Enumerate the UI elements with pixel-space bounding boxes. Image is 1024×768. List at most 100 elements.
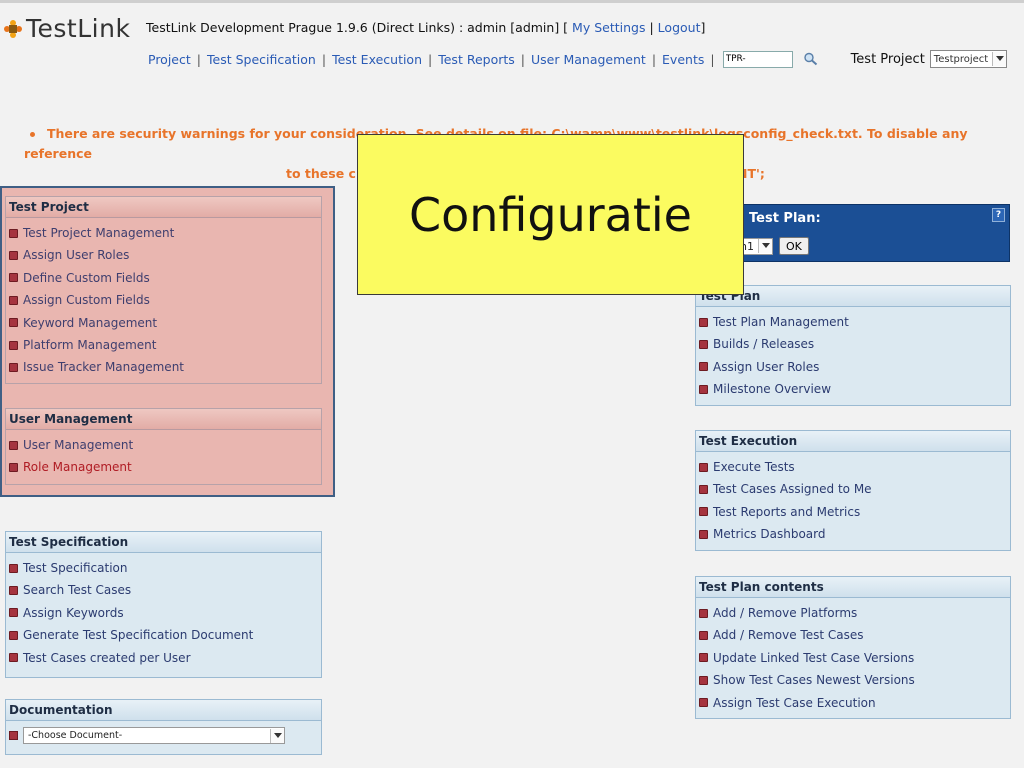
nav-user-management[interactable]: User Management (531, 52, 646, 67)
menu-link[interactable]: Update Linked Test Case Versions (713, 647, 914, 669)
menu-link[interactable]: Execute Tests (713, 456, 795, 478)
documentation-panel: Documentation -Choose Document- (5, 699, 322, 755)
bullet-icon (699, 608, 708, 618)
menu-link[interactable]: Search Test Cases (23, 579, 131, 601)
menu-link[interactable]: Test Plan Management (713, 311, 849, 333)
nav-test-reports[interactable]: Test Reports (438, 52, 515, 67)
menu-link[interactable]: Define Custom Fields (23, 267, 150, 289)
menu-link[interactable]: Generate Test Specification Document (23, 624, 253, 646)
menu-link[interactable]: Platform Management (23, 334, 156, 356)
menu-link[interactable]: Test Reports and Metrics (713, 501, 860, 523)
menu-link[interactable]: Issue Tracker Management (23, 356, 184, 378)
menu-link[interactable]: Add / Remove Test Cases (713, 624, 863, 646)
nav-separator: | (710, 51, 715, 67)
nav-events[interactable]: Events (662, 52, 704, 67)
search-icon[interactable] (803, 52, 819, 66)
list-item[interactable]: Generate Test Specification Document (9, 624, 321, 646)
test-project-panel: Test Project Test Project Management Ass… (5, 196, 322, 384)
menu-link[interactable]: User Management (23, 434, 133, 456)
nav-separator: | (196, 51, 201, 67)
menu-link[interactable]: Milestone Overview (713, 378, 831, 400)
test-plan-contents-panel: Test Plan contents Add / Remove Platform… (695, 576, 1011, 719)
list-item[interactable]: Search Test Cases (9, 579, 321, 601)
bullet-icon (699, 362, 708, 372)
list-item[interactable]: Update Linked Test Case Versions (699, 647, 1010, 669)
list-item[interactable]: Milestone Overview (699, 378, 1010, 400)
list-item[interactable]: Test Reports and Metrics (699, 501, 1010, 523)
bullet-icon (9, 563, 18, 573)
document-select[interactable]: -Choose Document- (23, 727, 285, 744)
list-item[interactable]: Issue Tracker Management (9, 356, 321, 378)
list-item[interactable]: Define Custom Fields (9, 267, 321, 289)
testlink-logo[interactable]: TestLink (4, 14, 130, 43)
bullet-icon (9, 731, 18, 740)
list-item[interactable]: Test Specification (9, 557, 321, 579)
menu-link[interactable]: Metrics Dashboard (713, 523, 825, 545)
list-item[interactable]: Platform Management (9, 334, 321, 356)
nav-separator: | (651, 51, 657, 67)
list-item[interactable]: Test Cases Assigned to Me (699, 478, 1010, 500)
menu-link[interactable]: Assign Keywords (23, 602, 124, 624)
nav-test-execution[interactable]: Test Execution (332, 52, 422, 67)
test-project-label: Test Project (850, 51, 925, 67)
list-item[interactable]: Test Cases created per User (9, 647, 321, 669)
bullet-icon (9, 295, 18, 305)
list-item[interactable]: Test Project Management (9, 222, 321, 244)
bullet-icon (699, 675, 708, 685)
list-item[interactable]: Assign Keywords (9, 602, 321, 624)
testlink-logo-icon (4, 19, 22, 38)
menu-link[interactable]: Test Cases created per User (23, 647, 191, 669)
document-select-value: -Choose Document- (28, 730, 123, 741)
menu-link[interactable]: Test Specification (23, 557, 128, 579)
list-item[interactable]: Keyword Management (9, 312, 321, 334)
menu-link[interactable]: Assign Custom Fields (23, 289, 150, 311)
bullet-icon (9, 653, 18, 663)
test-plan-panel: Test Plan Test Plan Management Builds / … (695, 285, 1011, 406)
chevron-down-icon (270, 728, 284, 743)
menu-link[interactable]: Add / Remove Platforms (713, 602, 857, 624)
help-icon[interactable]: ? (992, 208, 1005, 222)
ok-button[interactable]: OK (778, 237, 809, 255)
list-item[interactable]: Role Management (9, 456, 321, 478)
menu-link[interactable]: Test Cases Assigned to Me (713, 478, 872, 500)
nav-separator: | (428, 51, 433, 67)
menu-link[interactable]: Assign User Roles (23, 244, 129, 266)
list-item[interactable]: Execute Tests (699, 456, 1010, 478)
list-item[interactable]: Test Plan Management (699, 311, 1010, 333)
bullet-icon (9, 440, 18, 450)
list-item[interactable]: Add / Remove Test Cases (699, 624, 1010, 646)
list-item[interactable]: Add / Remove Platforms (699, 602, 1010, 624)
list-item[interactable]: Builds / Releases (699, 333, 1010, 355)
list-item[interactable]: User Management (9, 434, 321, 456)
testcase-search-input[interactable] (722, 50, 793, 68)
menu-link[interactable]: Test Project Management (23, 222, 174, 244)
menu-link[interactable]: Assign Test Case Execution (713, 692, 876, 714)
browser-top-strip (0, 0, 1024, 3)
menu-link[interactable]: Assign User Roles (713, 356, 819, 378)
list-item[interactable]: Assign Custom Fields (9, 289, 321, 311)
list-item[interactable]: Metrics Dashboard (699, 523, 1010, 545)
bullet-icon (699, 317, 708, 327)
menu-link[interactable]: Builds / Releases (713, 333, 814, 355)
bullet-icon (9, 630, 18, 640)
list-item[interactable]: Show Test Cases Newest Versions (699, 669, 1010, 691)
configuratie-callout: Configuratie (357, 134, 744, 295)
menu-link[interactable]: Show Test Cases Newest Versions (713, 669, 915, 691)
nav-project[interactable]: Project (148, 52, 191, 67)
header-title-text: TestLink Development Prague 1.9.6 (Direc… (146, 20, 569, 35)
chevron-down-icon (992, 52, 1007, 66)
bullet-icon (9, 251, 18, 261)
panel-title: Test Execution (696, 431, 1010, 452)
bullet-icon (699, 507, 708, 517)
nav-test-specification[interactable]: Test Specification (207, 52, 316, 67)
bullet-icon (699, 340, 708, 350)
test-project-select[interactable]: Testproject (929, 50, 1008, 68)
list-item[interactable]: Assign User Roles (699, 356, 1010, 378)
menu-link[interactable]: Role Management (23, 456, 132, 478)
logout-link[interactable]: Logout (658, 20, 701, 35)
list-item[interactable]: Assign Test Case Execution (699, 692, 1010, 714)
user-management-panel: User Management User Management Role Man… (5, 408, 322, 485)
my-settings-link[interactable]: My Settings (572, 20, 645, 35)
list-item[interactable]: Assign User Roles (9, 244, 321, 266)
menu-link[interactable]: Keyword Management (23, 312, 157, 334)
